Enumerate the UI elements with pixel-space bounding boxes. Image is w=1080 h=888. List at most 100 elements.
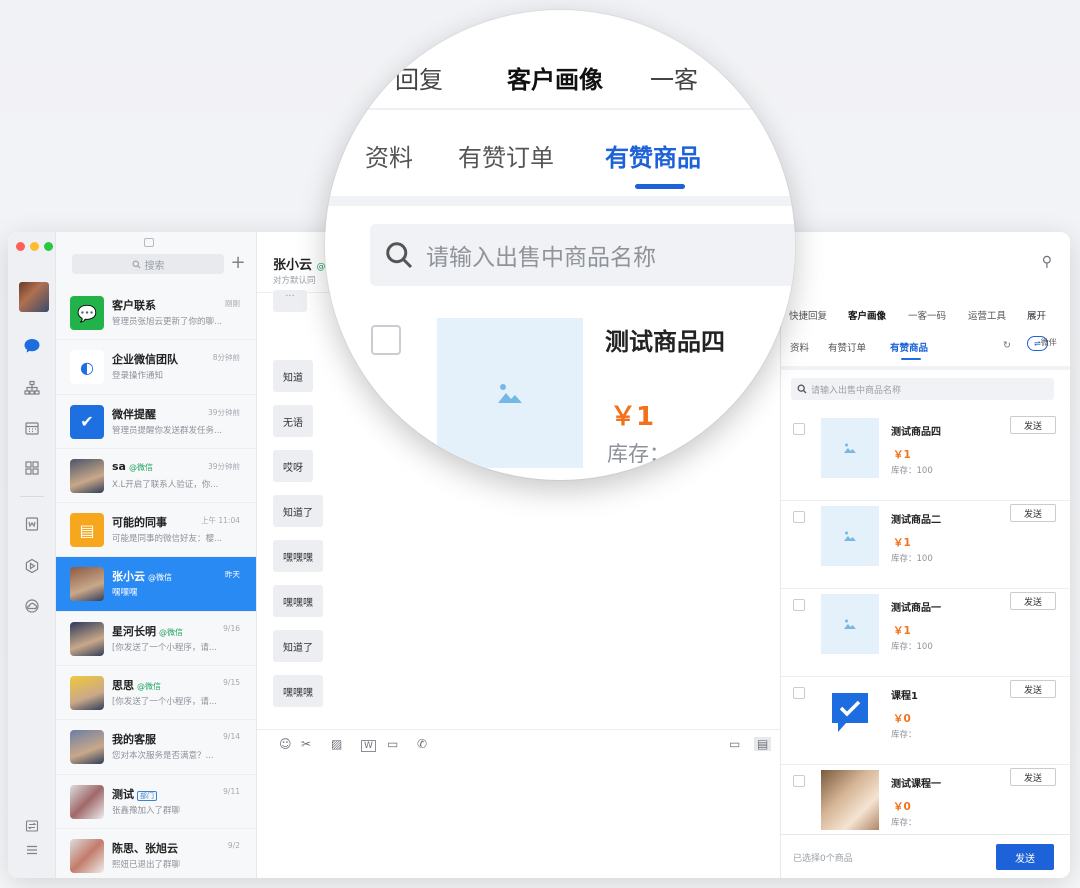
send-product-button[interactable]: 发送 bbox=[1010, 680, 1056, 698]
input-toolbar-divider bbox=[257, 729, 780, 730]
doc-icon[interactable] bbox=[22, 514, 42, 534]
tab-quick-reply[interactable]: 快捷回复 bbox=[789, 308, 827, 322]
wecom-logo-icon: ◐ bbox=[70, 350, 104, 385]
image-icon[interactable]: ▨ bbox=[331, 737, 342, 751]
user-avatar[interactable] bbox=[19, 282, 49, 312]
menu-icon[interactable] bbox=[22, 840, 42, 860]
message-bubble[interactable]: 哎呀 bbox=[273, 450, 313, 482]
chat-subtitle: 对方默认同 bbox=[273, 276, 316, 286]
cloud-drive-icon[interactable] bbox=[22, 596, 42, 616]
org-chart-icon[interactable] bbox=[22, 378, 42, 398]
add-contact-icon[interactable]: ⚲ bbox=[1042, 254, 1052, 270]
conversation-time: 昨天 bbox=[225, 570, 240, 580]
conversation-row[interactable]: 思思 @微信 9/15 [你发送了一个小程序，请... bbox=[56, 666, 256, 721]
sidebar-toggle-icon[interactable]: ▤ bbox=[754, 737, 772, 751]
conversation-name-text: 可能的同事 bbox=[112, 516, 167, 530]
tab-youzan-orders[interactable]: 有赞订单 bbox=[828, 340, 866, 354]
tab-expand[interactable]: 展开 ⌄ bbox=[1027, 308, 1046, 322]
chat-title: 张小云 @ bbox=[273, 254, 326, 273]
close-window-button[interactable] bbox=[16, 242, 25, 251]
send-product-button[interactable]: 发送 bbox=[1010, 416, 1056, 434]
conversation-search[interactable]: 搜索 bbox=[72, 254, 224, 274]
product-checkbox[interactable] bbox=[793, 687, 805, 699]
bubble-more: ··· bbox=[273, 290, 307, 312]
send-selected-button[interactable]: 发送 bbox=[996, 844, 1054, 870]
conversation-time: 39分钟前 bbox=[207, 461, 240, 471]
product-stock: 库存： bbox=[891, 730, 917, 740]
conversation-time: 9/16 bbox=[223, 623, 240, 633]
tab-profile[interactable]: 资料 bbox=[790, 340, 809, 354]
emoji-icon[interactable]: ☺ bbox=[279, 737, 292, 751]
phone-icon[interactable]: ✆ bbox=[417, 737, 427, 751]
mg-tab-profile: 资料 bbox=[365, 144, 413, 172]
product-search-input[interactable]: 请输入出售中商品名称 bbox=[791, 378, 1054, 400]
play-hex-icon[interactable] bbox=[22, 556, 42, 576]
chat-title-name: 张小云 bbox=[273, 258, 313, 273]
workbench-icon[interactable] bbox=[22, 458, 42, 478]
message-bubble[interactable]: 嘿嘿嘿 bbox=[273, 675, 323, 707]
compose-icon[interactable] bbox=[144, 238, 154, 247]
doc-icon[interactable]: W bbox=[361, 740, 376, 752]
product-name: 测试商品二 bbox=[891, 515, 941, 526]
tab-one-code[interactable]: 一客一码 bbox=[908, 308, 946, 322]
conversation-row[interactable]: ✔ 微伴提醒 39分钟前 管理员提醒你发送群发任务... bbox=[56, 395, 256, 449]
rail-divider bbox=[20, 496, 44, 497]
message-bubble[interactable]: 知道了 bbox=[273, 630, 323, 662]
window-controls bbox=[16, 242, 53, 251]
send-product-button[interactable]: 发送 bbox=[1010, 504, 1056, 522]
message-bubble[interactable]: 嘿嘿嘿 bbox=[273, 585, 323, 617]
conversation-name: 我的客服 bbox=[112, 731, 156, 747]
message-bubble[interactable]: 知道 bbox=[273, 360, 313, 392]
message-bubble[interactable]: 知道了 bbox=[273, 495, 323, 527]
conversation-items: 💬 客户联系 刚刚 管理员张旭云更新了你的聊... ◐ 企业微信团队 8分钟前 登录操作通知 ✔… bbox=[56, 286, 256, 878]
chat-title-tag: @ bbox=[316, 262, 326, 272]
weiban-switch-button[interactable]: ⇌ 微伴 bbox=[1027, 336, 1057, 351]
send-product-button[interactable]: 发送 bbox=[1010, 592, 1056, 610]
conversation-row[interactable]: 我的客服 9/14 您对本次服务是否满意？... bbox=[56, 720, 256, 775]
conversation-time: 9/15 bbox=[223, 678, 240, 688]
conversation-row[interactable]: 💬 客户联系 刚刚 管理员张旭云更新了你的聊... bbox=[56, 286, 256, 341]
conversation-name: 思思 @微信 bbox=[112, 677, 161, 693]
magnified-checkbox bbox=[371, 325, 401, 355]
conversation-row[interactable]: sa @微信 39分钟前 X.L开启了联系人验证，你... bbox=[56, 449, 256, 504]
switch-icon[interactable] bbox=[22, 816, 42, 836]
product-checkbox[interactable] bbox=[793, 423, 805, 435]
conversation-name: 微伴提醒 bbox=[112, 406, 156, 422]
tab-expand-label: 展开 bbox=[1027, 311, 1047, 322]
tab-youzan-products[interactable]: 有赞商品 bbox=[890, 340, 928, 354]
message-bubble[interactable]: 嘿嘿嘿 bbox=[273, 540, 323, 572]
send-product-button[interactable]: 发送 bbox=[1010, 768, 1056, 786]
calendar-icon[interactable] bbox=[22, 418, 42, 438]
conversation-name-text: 微伴提醒 bbox=[112, 407, 156, 421]
conversation-preview: 管理员提醒你发送群发任务... bbox=[112, 425, 223, 436]
product-price: ￥1 bbox=[893, 625, 911, 637]
conversation-row[interactable]: ▤ 可能的同事 上午 11:04 可能是同事的微信好友：樱... bbox=[56, 503, 256, 558]
active-tab-indicator bbox=[901, 358, 921, 360]
refresh-icon[interactable]: ↻ bbox=[1003, 340, 1011, 351]
conversation-row[interactable]: 星河长明 @微信 9/16 [你发送了一个小程序，请... bbox=[56, 612, 256, 667]
product-checkbox[interactable] bbox=[793, 599, 805, 611]
folder-icon[interactable]: ▭ bbox=[387, 737, 398, 751]
message-bubble[interactable]: 无语 bbox=[273, 405, 313, 437]
product-checkbox[interactable] bbox=[793, 775, 805, 787]
tab-ops-tools[interactable]: 运营工具 bbox=[968, 308, 1006, 322]
tab-customer-profile[interactable]: 客户画像 bbox=[848, 308, 886, 322]
conversation-tag: @微信 bbox=[137, 682, 161, 692]
conversation-row[interactable]: 陈思、张旭云 9/2 熙妞已退出了群聊 bbox=[56, 829, 256, 878]
product-checkbox[interactable] bbox=[793, 511, 805, 523]
message-icon[interactable] bbox=[22, 336, 42, 356]
maximize-window-button[interactable] bbox=[44, 242, 53, 251]
photo-avatar bbox=[70, 730, 104, 765]
conversation-row[interactable]: 张小云 @微信 昨天 嘿嘿嘿 bbox=[56, 557, 256, 612]
minimize-window-button[interactable] bbox=[30, 242, 39, 251]
add-button[interactable]: + bbox=[229, 252, 247, 274]
conversation-time: 39分钟前 bbox=[207, 407, 240, 417]
conversation-tag: @微信 bbox=[128, 462, 153, 472]
conversation-name: 测试 部门 bbox=[112, 786, 157, 802]
screen-share-icon[interactable]: ▭ bbox=[729, 737, 740, 751]
conversation-row[interactable]: ◐ 企业微信团队 8分钟前 登录操作通知 bbox=[56, 340, 256, 395]
conversation-row[interactable]: 测试 部门 9/11 张鑫豫加入了群聊 bbox=[56, 775, 256, 829]
product-name: 测试课程一 bbox=[891, 779, 941, 790]
nav-rail bbox=[8, 232, 56, 878]
scissors-icon[interactable]: ✂ bbox=[301, 737, 311, 751]
